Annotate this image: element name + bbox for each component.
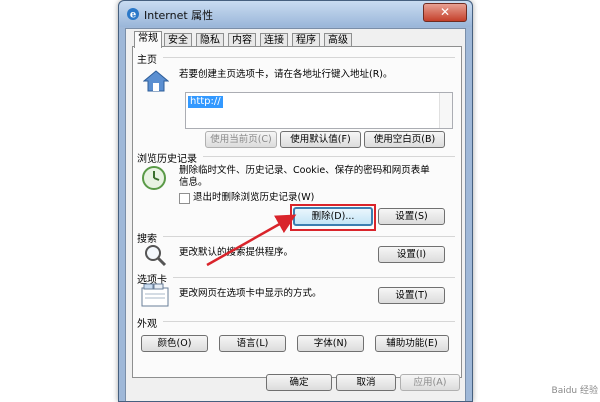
- watermark: Baidu 经验: [551, 386, 598, 396]
- tab-general[interactable]: 常规: [134, 31, 162, 48]
- annotation-arrow: [206, 214, 297, 267]
